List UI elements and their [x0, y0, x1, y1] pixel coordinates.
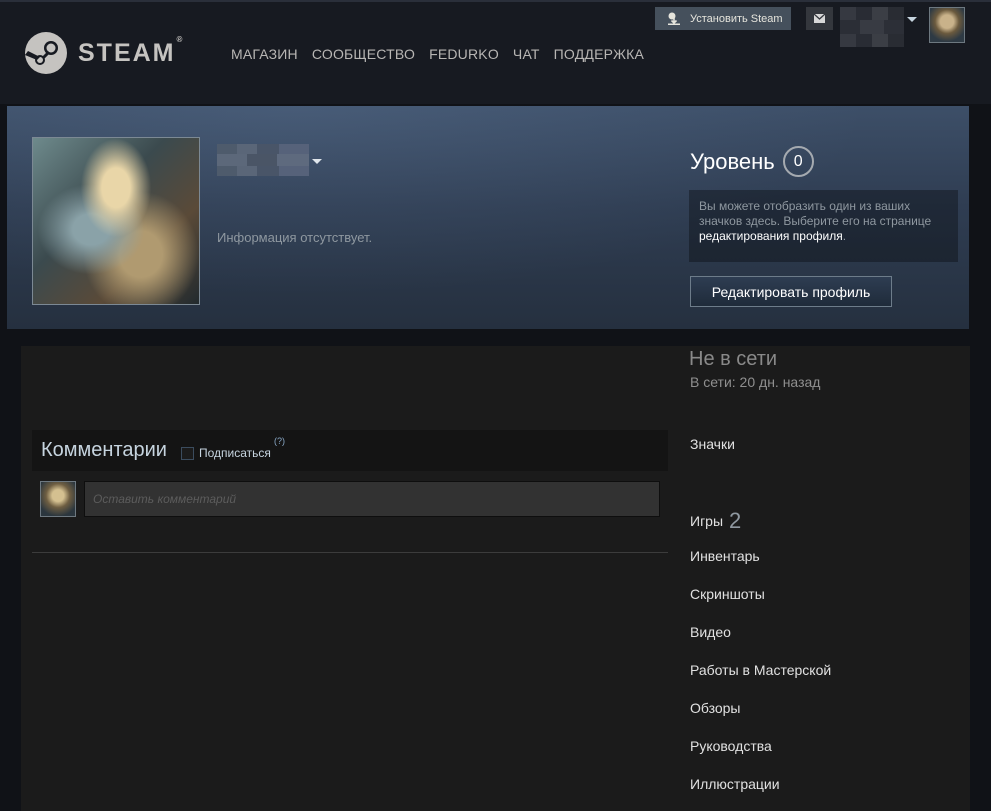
- edit-profile-link[interactable]: редактирования профиля: [699, 229, 843, 243]
- nav-username[interactable]: FEDURKO: [429, 46, 499, 62]
- download-icon: [668, 12, 680, 25]
- subscribe-help-icon[interactable]: (?): [274, 436, 285, 446]
- nav-store[interactable]: МАГАЗИН: [231, 46, 298, 62]
- profile-header: Информация отсутствует. Уровень 0 Вы мож…: [7, 106, 969, 329]
- envelope-icon: [814, 14, 825, 23]
- persona-name-blurred: [217, 144, 309, 176]
- install-steam-label: Установить Steam: [690, 12, 783, 25]
- profile-summary: Информация отсутствует.: [217, 230, 373, 245]
- sidebar-games-label: Игры: [690, 513, 724, 529]
- sidebar-badges[interactable]: Значки: [690, 436, 735, 452]
- account-dropdown-caret[interactable]: [907, 17, 917, 22]
- sidebar-reviews[interactable]: Обзоры: [690, 700, 741, 716]
- persona-dropdown-caret[interactable]: [312, 159, 322, 164]
- badge-note-end: .: [842, 229, 847, 243]
- sidebar-games-count: 2: [729, 508, 742, 533]
- featured-badge-note: Вы можете отобразить один из ваших значк…: [689, 190, 958, 262]
- nav-support[interactable]: ПОДДЕРЖКА: [554, 46, 644, 62]
- badge-note-text: Вы можете отобразить один из ваших значк…: [699, 199, 932, 228]
- last-online: В сети: 20 дн. назад: [690, 374, 821, 390]
- nav-community[interactable]: СООБЩЕСТВО: [312, 46, 415, 62]
- steam-logo[interactable]: STEAM®: [24, 30, 184, 76]
- level-label: Уровень: [690, 148, 775, 174]
- level-badge[interactable]: 0: [782, 146, 814, 177]
- comments-divider: [32, 552, 668, 553]
- profile-avatar: [32, 137, 200, 305]
- sidebar-games[interactable]: Игры 2: [690, 506, 742, 533]
- commenter-avatar: [40, 481, 76, 517]
- notifications-button[interactable]: [806, 7, 833, 30]
- sidebar-inventory[interactable]: Инвентарь: [690, 548, 760, 564]
- online-status: Не в сети: [689, 348, 778, 370]
- subscribe-checkbox[interactable]: [181, 447, 194, 460]
- subscribe-label[interactable]: Подписаться: [199, 446, 271, 460]
- account-avatar[interactable]: [929, 7, 965, 43]
- nav-chat[interactable]: ЧАТ: [513, 46, 540, 62]
- sidebar-guides[interactable]: Руководства: [690, 738, 772, 754]
- sidebar-videos[interactable]: Видео: [690, 624, 731, 640]
- sidebar-screenshots[interactable]: Скриншоты: [690, 586, 765, 602]
- comments-title: Комментарии: [41, 439, 167, 461]
- comment-input[interactable]: [84, 481, 660, 517]
- sidebar-workshop[interactable]: Работы в Мастерской: [690, 662, 831, 678]
- edit-profile-button[interactable]: Редактировать профиль: [690, 276, 892, 307]
- sidebar-artwork[interactable]: Иллюстрации: [690, 776, 780, 792]
- main-nav: МАГАЗИН СООБЩЕСТВО FEDURKO ЧАТ ПОДДЕРЖКА: [231, 46, 644, 62]
- steam-logo-icon: [25, 32, 67, 74]
- top-header: STEAM® МАГАЗИН СООБЩЕСТВО FEDURKO ЧАТ ПО…: [0, 0, 991, 104]
- install-steam-button[interactable]: Установить Steam: [655, 7, 791, 30]
- steam-logo-text: STEAM®: [78, 34, 185, 67]
- profile-content: [21, 346, 970, 811]
- account-name-blurred[interactable]: [840, 7, 904, 47]
- header-edge: [0, 0, 991, 2]
- level-heading: Уровень 0: [690, 146, 814, 177]
